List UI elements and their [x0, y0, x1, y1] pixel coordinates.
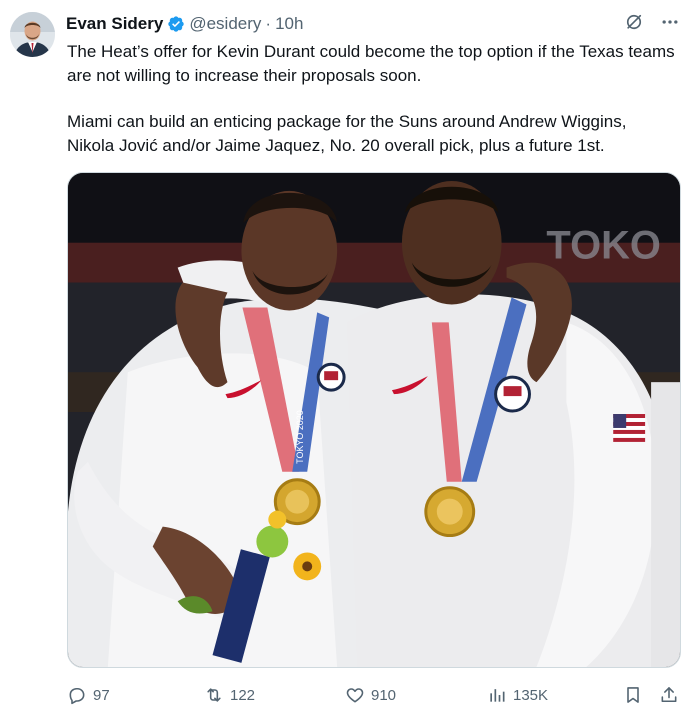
- views-count: 135K: [513, 686, 549, 704]
- tweet-header: Evan Sidery @esidery · 10h: [66, 12, 303, 36]
- background-arena-text: TOKO: [546, 224, 660, 268]
- author-handle[interactable]: @esidery: [189, 14, 261, 34]
- tweet-text: The Heat’s offer for Kevin Durant could …: [67, 40, 677, 157]
- share-icon: [661, 687, 677, 703]
- verified-badge-icon: [168, 16, 185, 32]
- tweet-paragraph-1: The Heat’s offer for Kevin Durant could …: [67, 42, 675, 85]
- top-icons: [624, 12, 680, 32]
- share-button[interactable]: [659, 680, 685, 710]
- avatar[interactable]: [10, 12, 55, 57]
- reply-count: 97: [93, 686, 110, 704]
- retweet-button[interactable]: 122: [204, 680, 255, 710]
- grok-icon[interactable]: [624, 12, 644, 32]
- heart-icon: [346, 688, 364, 703]
- tweet-photo[interactable]: TOKO TOKYO 2020: [67, 172, 681, 668]
- medal-ribbon-text: TOKYO 2020: [295, 410, 305, 464]
- timestamp[interactable]: 10h: [275, 14, 303, 34]
- tweet-actions: 97 122 910 135K: [67, 680, 682, 710]
- tweet-paragraph-2: Miami can build an enticing package for …: [67, 112, 627, 155]
- bookmark-icon: [627, 687, 639, 703]
- bookmark-button[interactable]: [623, 680, 649, 710]
- like-count: 910: [371, 686, 397, 704]
- views-chart-icon: [490, 689, 505, 702]
- retweet-icon: [207, 688, 221, 702]
- retweet-count: 122: [230, 686, 256, 704]
- author-name[interactable]: Evan Sidery: [66, 14, 163, 34]
- views-button[interactable]: 135K: [487, 680, 548, 710]
- reply-button[interactable]: 97: [67, 680, 110, 710]
- more-options-icon[interactable]: [660, 12, 680, 32]
- like-button[interactable]: 910: [345, 680, 396, 710]
- separator-dot: ·: [265, 14, 272, 33]
- reply-icon: [69, 687, 85, 705]
